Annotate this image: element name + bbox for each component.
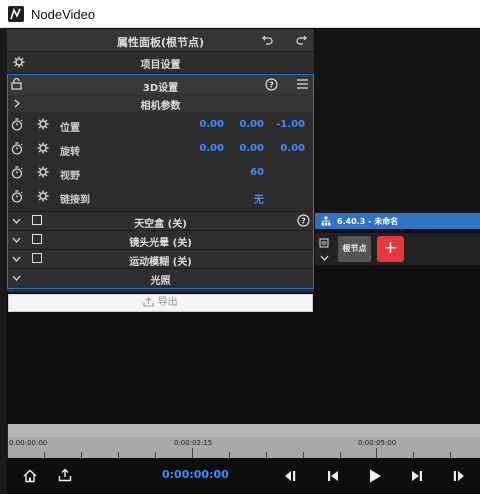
stopwatch-icon[interactable]	[11, 142, 23, 155]
svg-text:?: ?	[301, 217, 306, 226]
sequence-header[interactable]: 6.40.3 - 未命名	[315, 213, 480, 229]
camera-params-title: 相机参数	[140, 101, 181, 112]
menu-icon[interactable]	[297, 79, 308, 89]
title-bar: NodeVideo	[0, 0, 480, 28]
chevron-down-icon[interactable]	[320, 255, 329, 261]
ruler-strip	[7, 424, 480, 437]
project-settings-label: 项目设置	[140, 60, 181, 71]
app-logo-icon	[8, 6, 24, 22]
lighting-label: 光照	[150, 276, 171, 287]
help-icon[interactable]: ?	[265, 78, 278, 91]
gear-icon[interactable]	[37, 166, 49, 178]
playhead[interactable]	[7, 424, 8, 458]
export-label: 导出	[157, 297, 178, 308]
property-row: 旋转 0.00 0.00 0.00	[7, 137, 314, 161]
position-y-value[interactable]: 0.00	[224, 119, 264, 130]
fov-value[interactable]: 60	[224, 167, 264, 178]
prop-label-position: 位置	[60, 123, 80, 134]
rotation-z-value[interactable]: 0.00	[265, 143, 305, 154]
position-z-value[interactable]: -1.00	[265, 119, 305, 130]
layer-list-icon[interactable]	[319, 238, 329, 248]
toggle-row-skybox[interactable]: 天空盒 (关) ?	[7, 212, 314, 230]
preview-area	[315, 29, 480, 213]
rotation-y-value[interactable]: 0.00	[224, 143, 264, 154]
lens-flare-label: 镜头光晕 (关)	[129, 238, 192, 249]
panel-header: 属性面板(根节点)	[7, 29, 314, 51]
svg-text:?: ?	[269, 81, 274, 90]
project-settings-row[interactable]: 项目设置	[7, 52, 314, 72]
toggle-row-lens-flare[interactable]: 镜头光晕 (关)	[7, 231, 314, 249]
skip-forward-icon[interactable]	[410, 469, 424, 483]
stopwatch-icon[interactable]	[11, 166, 23, 179]
prev-keyframe-icon[interactable]	[283, 469, 297, 483]
export-button[interactable]: 导出	[8, 294, 313, 312]
lighting-row[interactable]: 光照	[7, 269, 314, 288]
stopwatch-icon[interactable]	[11, 118, 23, 131]
window-title: NodeVideo	[31, 7, 96, 22]
property-row: 位置 0.00 0.00 -1.00	[7, 113, 314, 137]
link-to-value[interactable]: 无	[224, 191, 264, 206]
next-keyframe-icon[interactable]	[452, 469, 466, 483]
rotation-x-value[interactable]: 0.00	[184, 143, 224, 154]
ruler-mark-start: 0:00:00:00	[9, 439, 48, 447]
gear-icon[interactable]	[37, 142, 49, 154]
hierarchy-icon	[321, 216, 331, 226]
help-icon[interactable]: ?	[297, 214, 310, 227]
camera-params-header[interactable]: 相机参数	[7, 94, 314, 112]
skybox-label: 天空盒 (关)	[134, 219, 187, 230]
gear-icon[interactable]	[37, 118, 49, 130]
property-row: 链接到 无	[7, 185, 314, 209]
left-edge	[0, 28, 7, 494]
sequence-title: 6.40.3 - 未命名	[337, 217, 399, 226]
transport-bar: 0:00:00:00	[7, 458, 480, 494]
ruler-mark-end: 0:00:05:00	[358, 439, 397, 447]
motion-blur-label: 运动模糊 (关)	[129, 257, 192, 268]
timeline-ruler[interactable]: 0:00:00:00 0:00:02:15 0:00:05:00	[7, 424, 480, 458]
properties-panel: 属性面板(根节点) 项目设置 3D设置 ? 相机参数 位置 0.00 0.00 …	[7, 29, 314, 292]
toggle-row-motion-blur[interactable]: 运动模糊 (关)	[7, 250, 314, 268]
prop-label-link-to: 链接到	[60, 195, 90, 206]
section-3d-header[interactable]: 3D设置 ?	[7, 75, 314, 94]
current-timecode: 0:00:00:00	[162, 468, 229, 481]
export-icon	[143, 297, 154, 307]
home-icon[interactable]	[23, 469, 37, 483]
redo-icon[interactable]	[295, 35, 307, 45]
skip-back-icon[interactable]	[326, 469, 340, 483]
play-icon[interactable]	[368, 468, 382, 484]
stopwatch-icon[interactable]	[11, 190, 23, 203]
add-node-button[interactable]: +	[377, 236, 404, 262]
prop-label-fov: 视野	[60, 171, 80, 182]
position-x-value[interactable]: 0.00	[184, 119, 224, 130]
root-node-clip[interactable]: 根节点	[338, 236, 371, 262]
undo-icon[interactable]	[262, 35, 274, 45]
share-icon[interactable]	[58, 468, 72, 482]
prop-label-rotation: 旋转	[60, 147, 80, 158]
gear-icon[interactable]	[37, 190, 49, 202]
property-row: 视野 60	[7, 161, 314, 185]
ruler-mark-mid: 0:00:02:15	[174, 439, 213, 447]
